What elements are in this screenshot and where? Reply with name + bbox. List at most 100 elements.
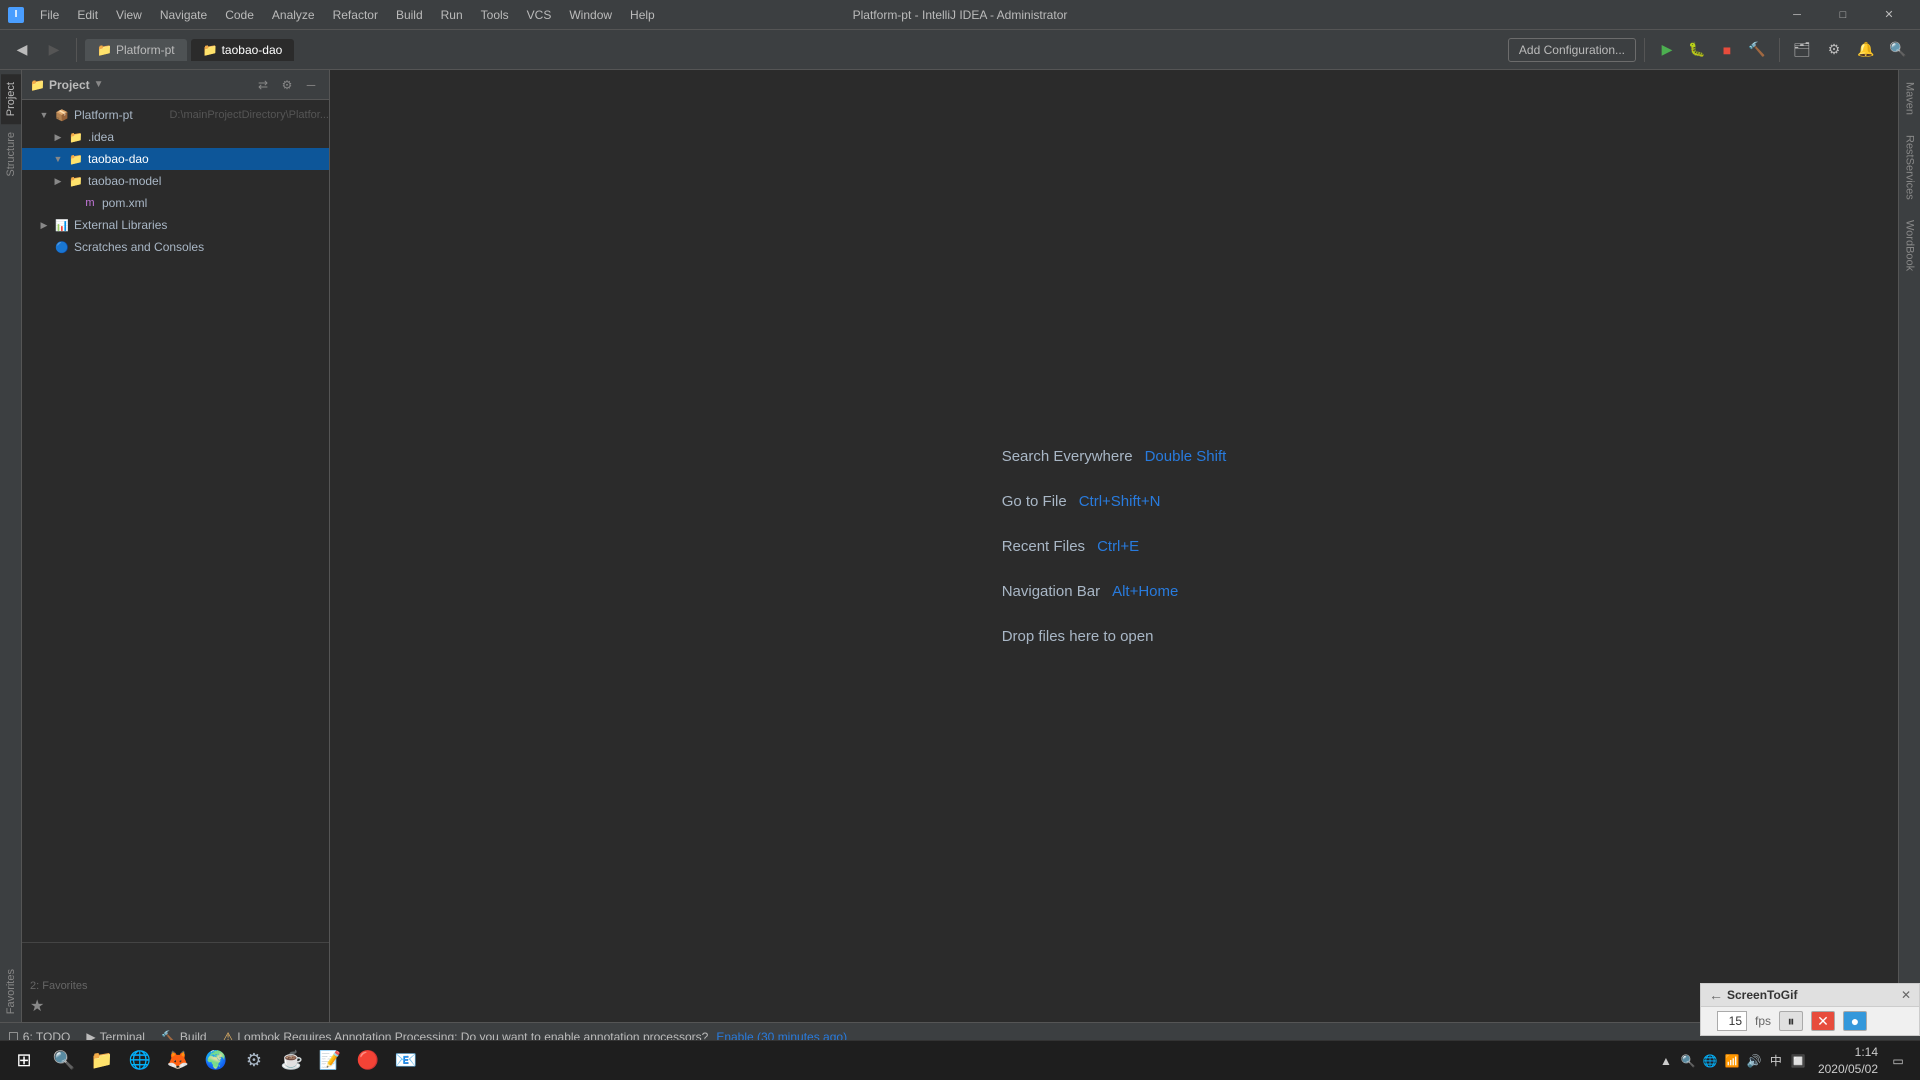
scratch-icon: 🔵 [54,239,70,255]
tray-icon-3[interactable]: 📶 [1722,1051,1742,1071]
forward-button[interactable]: ▶ [40,36,68,64]
drop-files-text: Drop files here to open [1002,628,1227,645]
idea-folder-icon: 📁 [68,129,84,145]
toolbar-separator-3 [1779,38,1780,62]
screentogif-back-button[interactable]: ← [1709,987,1723,1003]
taskbar-chrome[interactable]: 🌍 [198,1043,234,1079]
tree-item-scratches-consoles[interactable]: 🔵 Scratches and Consoles [22,236,329,258]
folder-icon: 📁 [30,78,45,92]
right-tab-wordbook[interactable]: WordBook [1900,212,1920,279]
title-bar: I File Edit View Navigate Code Analyze R… [0,0,1920,30]
tray-icon-layout[interactable]: 🔲 [1788,1051,1808,1071]
right-sidebar: Maven RestServices WordBook [1898,70,1920,1022]
go-to-file-shortcut[interactable]: Ctrl+Shift+N [1079,493,1161,510]
gear-icon[interactable]: ⚙ [277,75,297,95]
pom-icon: m [82,195,98,211]
run-button[interactable]: ▶ [1653,36,1681,64]
tree-item-label: Scratches and Consoles [74,240,329,254]
build-button[interactable]: 🔨 [1743,36,1771,64]
minimize-button[interactable]: ─ [1774,0,1820,30]
taskbar-app2[interactable]: ☕ [274,1043,310,1079]
menu-refactor[interactable]: Refactor [325,6,386,24]
menu-code[interactable]: Code [217,6,262,24]
tree-item-label: pom.xml [102,196,329,210]
debug-button[interactable]: 🐛 [1683,36,1711,64]
project-header-actions: ⇄ ⚙ ─ [253,75,321,95]
tree-item-taobao-dao[interactable]: ▼ 📁 taobao-dao [22,148,329,170]
tree-item-platform-pt[interactable]: ▼ 📦 Platform-pt D:\mainProjectDirectory\… [22,104,329,126]
navigation-bar-shortcut[interactable]: Alt+Home [1112,583,1178,600]
menu-run[interactable]: Run [433,6,471,24]
taskbar-edge[interactable]: 🌐 [122,1043,158,1079]
back-button[interactable]: ◀ [8,36,36,64]
expand-arrow-icon: ▼ [52,153,64,165]
sidebar-item-project[interactable]: Project [1,74,21,124]
menu-navigate[interactable]: Navigate [152,6,215,24]
screentogif-record-button[interactable]: ● [1843,1011,1867,1031]
show-desktop-button[interactable]: ▭ [1888,1051,1908,1071]
tab-taobao-dao[interactable]: 📁 taobao-dao [191,39,295,61]
taskbar-app5[interactable]: 📧 [388,1043,424,1079]
collapse-button[interactable]: ─ [301,75,321,95]
screentogif-stop-button[interactable]: ✕ [1811,1011,1835,1031]
taskbar-app4[interactable]: 🔴 [350,1043,386,1079]
recent-files-shortcut[interactable]: Ctrl+E [1097,538,1139,555]
tray-icon-4[interactable]: 🔊 [1744,1051,1764,1071]
toolbar: ◀ ▶ 📁 Platform-pt 📁 taobao-dao Add Confi… [0,30,1920,70]
tree-item-idea[interactable]: ▶ 📁 .idea [22,126,329,148]
menu-build[interactable]: Build [388,6,431,24]
search-everywhere-label: Search Everywhere [1002,448,1133,465]
menu-view[interactable]: View [108,6,150,24]
system-clock[interactable]: 1:14 2020/05/02 [1810,1044,1886,1078]
taskbar-firefox[interactable]: 🦊 [160,1043,196,1079]
start-button[interactable]: ⊞ [4,1043,44,1079]
menu-file[interactable]: File [32,6,67,24]
right-tab-restservices[interactable]: RestServices [1900,127,1920,208]
dropdown-icon[interactable]: ▼ [94,79,104,90]
tree-item-taobao-model[interactable]: ▶ 📁 taobao-model [22,170,329,192]
menu-vcs[interactable]: VCS [519,6,560,24]
taskbar-search[interactable]: 🔍 [46,1043,82,1079]
welcome-panel: Search Everywhere Double Shift Go to Fil… [1002,448,1227,645]
taskbar-app1[interactable]: ⚙ [236,1043,272,1079]
screentogif-pause-button[interactable]: ⏸ [1779,1011,1803,1031]
menu-edit[interactable]: Edit [69,6,106,24]
notification-button[interactable]: 🔔 [1852,36,1880,64]
tree-item-path: D:\mainProjectDirectory\Platfor... [169,109,329,121]
sidebar-item-favorites[interactable]: Favorites [1,961,21,1022]
add-configuration-button[interactable]: Add Configuration... [1508,38,1636,62]
menu-analyze[interactable]: Analyze [264,6,323,24]
tray-icon-1[interactable]: 🔍 [1678,1051,1698,1071]
no-arrow [66,197,78,209]
menu-help[interactable]: Help [622,6,663,24]
project-panel-header: 📁 Project ▼ ⇄ ⚙ ─ [22,70,329,100]
taskbar-file-explorer[interactable]: 📁 [84,1043,120,1079]
tree-item-external-libraries[interactable]: ▶ 📊 External Libraries [22,214,329,236]
taskbar-app3[interactable]: 📝 [312,1043,348,1079]
screentogif-fps-value[interactable]: 15 [1717,1011,1747,1031]
tray-show-hidden[interactable]: ▲ [1656,1051,1676,1071]
project-title-text: Project [49,78,90,92]
tray-icon-2[interactable]: 🌐 [1700,1051,1720,1071]
menu-window[interactable]: Window [561,6,620,24]
close-button[interactable]: ✕ [1866,0,1912,30]
tray-icon-ime[interactable]: 中 [1766,1051,1786,1071]
tab-taobao-dao-label: taobao-dao [222,43,283,57]
stop-button[interactable]: ■ [1713,36,1741,64]
tab-platform-pt[interactable]: 📁 Platform-pt [85,39,187,61]
maximize-button[interactable]: □ [1820,0,1866,30]
search-everywhere-shortcut[interactable]: Double Shift [1145,448,1227,465]
expand-arrow-icon: ▶ [52,175,64,187]
tree-item-pom-xml[interactable]: m pom.xml [22,192,329,214]
project-structure-button[interactable]: 🗂 [1788,36,1816,64]
settings-button[interactable]: ⚙ [1820,36,1848,64]
screentogif-controls: 15 fps ⏸ ✕ ● [1701,1007,1919,1035]
star-icon[interactable]: ★ [26,994,325,1018]
sync-button[interactable]: ⇄ [253,75,273,95]
tab-platform-pt-label: Platform-pt [116,43,175,57]
search-everywhere-button[interactable]: 🔍 [1884,36,1912,64]
screentogif-close-button[interactable]: ✕ [1901,988,1911,1002]
right-tab-maven[interactable]: Maven [1900,74,1920,123]
menu-tools[interactable]: Tools [473,6,517,24]
sidebar-item-structure[interactable]: Structure [1,124,21,185]
